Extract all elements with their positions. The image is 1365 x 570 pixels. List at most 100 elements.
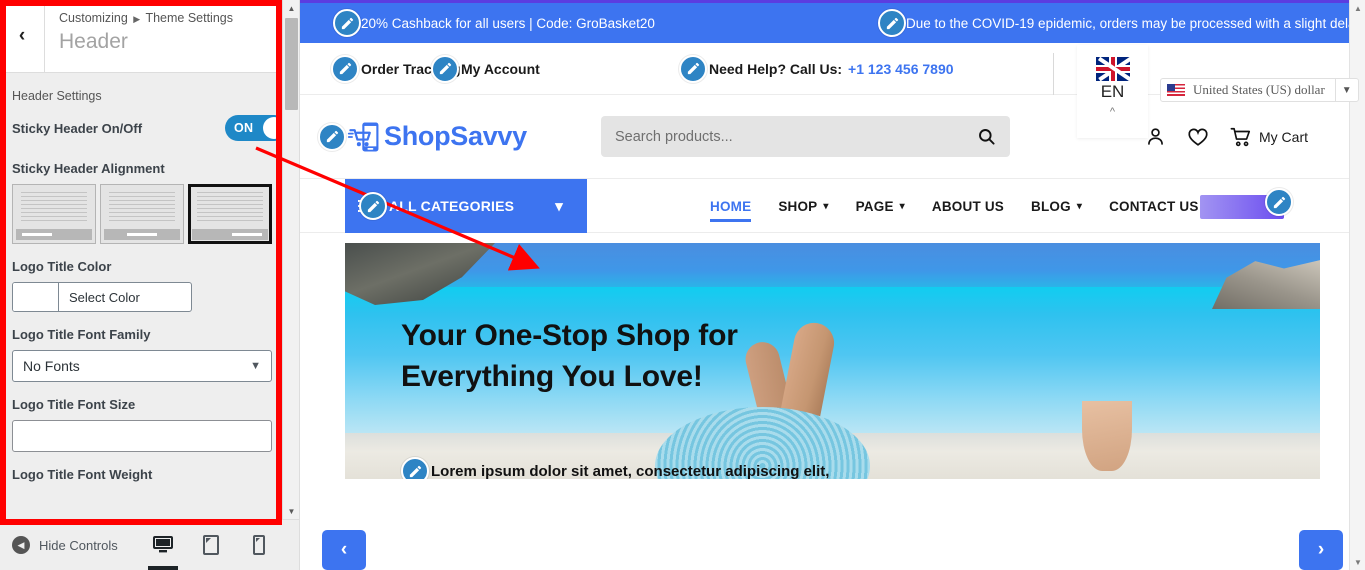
edit-pencil-icon[interactable] <box>878 9 906 37</box>
scroll-up-arrow-icon[interactable]: ▲ <box>1350 0 1365 16</box>
edit-pencil-icon[interactable] <box>333 9 361 37</box>
user-icon[interactable] <box>1145 126 1166 147</box>
customizer-sidebar: ‹ Customizing ▶ Theme Settings Header He… <box>0 0 300 570</box>
heart-icon[interactable] <box>1187 126 1209 148</box>
slider-next-button[interactable]: › <box>1299 530 1343 570</box>
announcement-text: Due to the COVID-19 epidemic, orders may… <box>906 15 1363 31</box>
chevron-right-icon: › <box>1317 539 1325 560</box>
hero-heading-line-1: Your One-Stop Shop for <box>401 319 738 352</box>
menu-item-blog[interactable]: BLOG ▾ <box>1031 179 1082 233</box>
sticky-header-toggle[interactable]: ON <box>225 115 287 141</box>
my-account-link[interactable]: My Account <box>431 54 540 83</box>
preview-bar <box>192 229 268 240</box>
search-icon[interactable] <box>977 127 996 146</box>
menu-item-contact-us[interactable]: CONTACT US <box>1109 179 1199 233</box>
scroll-down-arrow-icon[interactable]: ▼ <box>1350 554 1365 570</box>
menu-item-about-us[interactable]: ABOUT US <box>932 179 1004 233</box>
menu-label: CONTACT US <box>1109 198 1199 214</box>
select-color-button[interactable]: Select Color <box>59 283 191 311</box>
tablet-preview-button[interactable] <box>198 530 224 560</box>
need-help-block: Need Help? Call Us: +1 123 456 7890 <box>679 54 954 83</box>
edit-pencil-icon[interactable] <box>431 54 459 83</box>
menu-label: HOME <box>710 198 752 214</box>
header-icons: My Cart <box>1145 126 1308 148</box>
hero-slider: Your One-Stop Shop for Everything You Lo… <box>345 243 1320 479</box>
customizer-body: Header Settings Sticky Header On/Off ON … <box>0 73 299 525</box>
menu-item-home[interactable]: HOME <box>710 179 752 233</box>
customizer-footer: ◀ Hide Controls <box>0 519 299 570</box>
currency-label: United States (US) dollar <box>1193 82 1325 97</box>
toggle-state-label: ON <box>234 121 254 135</box>
font-family-select[interactable]: No Fonts ▼ <box>12 350 272 382</box>
chevron-up-icon: ^ <box>1109 106 1116 118</box>
edit-pencil-icon[interactable] <box>679 54 707 83</box>
chevron-down-icon: ▼ <box>250 360 261 372</box>
hero-heading: Your One-Stop Shop for Everything You Lo… <box>401 315 738 398</box>
alignment-option-right[interactable] <box>188 184 272 244</box>
menu-label: ABOUT US <box>931 198 1005 214</box>
font-size-input[interactable] <box>12 420 272 452</box>
font-weight-field: Logo Title Font Weight <box>12 467 287 482</box>
breadcrumb-prefix: Customizing <box>59 11 128 25</box>
color-picker[interactable]: Select Color <box>12 282 192 312</box>
all-categories-label: ALL CATEGORIES <box>389 198 515 214</box>
chevron-left-icon: ‹ <box>18 25 26 46</box>
chevron-left-icon: ‹ <box>340 539 348 560</box>
cart-button[interactable]: My Cart <box>1230 126 1308 148</box>
edit-pencil-icon[interactable] <box>401 457 429 479</box>
chevron-down-icon: ▾ <box>1076 200 1083 212</box>
language-switcher[interactable]: EN ^ <box>1077 45 1148 138</box>
menu-item-page[interactable]: PAGE ▾ <box>856 179 905 233</box>
slider-prev-button[interactable]: ‹ <box>322 530 366 570</box>
uk-flag-icon <box>1095 57 1130 81</box>
logo-title: ShopSavvy <box>384 121 527 151</box>
menu-label: SHOP <box>778 198 818 214</box>
search-bar[interactable]: Search products... <box>601 116 1010 157</box>
hide-controls-label: Hide Controls <box>39 537 118 553</box>
chevron-down-icon[interactable]: ▼ <box>1334 79 1358 101</box>
scroll-down-arrow-icon[interactable]: ▼ <box>283 503 299 519</box>
menu-item-shop[interactable]: SHOP ▾ <box>778 179 828 233</box>
alignment-option-center[interactable] <box>100 184 184 244</box>
alignment-option-left[interactable] <box>12 184 96 244</box>
search-input[interactable]: Search products... <box>615 129 733 145</box>
breadcrumb-current: Theme Settings <box>145 11 233 25</box>
mobile-preview-button[interactable] <box>246 530 272 560</box>
chevron-down-icon: ▾ <box>899 200 905 212</box>
edit-pencil-icon[interactable] <box>331 54 359 83</box>
site-logo[interactable]: ShopSavvy <box>318 120 527 154</box>
section-label: Header Settings <box>12 89 102 103</box>
my-account-label: My Account <box>461 60 540 77</box>
preview-lines <box>104 188 180 224</box>
currency-selector[interactable]: United States (US) dollar ▼ <box>1160 78 1359 102</box>
edit-pencil-icon[interactable] <box>359 192 387 220</box>
announcement-right: Due to the COVID-19 epidemic, orders may… <box>878 9 1362 37</box>
desktop-preview-button[interactable] <box>147 530 178 570</box>
scrollbar-thumb[interactable] <box>285 18 298 110</box>
collapse-icon: ◀ <box>12 536 30 554</box>
hide-controls-button[interactable]: ◀ Hide Controls <box>0 536 118 554</box>
phone-number-link[interactable]: +1 123 456 7890 <box>848 61 954 77</box>
breadcrumb-separator-icon: ▶ <box>133 14 141 24</box>
hero-subtext: Lorem ipsum dolor sit amet, consectetur … <box>431 462 830 480</box>
sidebar-scrollbar[interactable]: ▲ ▼ <box>282 0 299 519</box>
color-swatch <box>13 283 59 311</box>
scroll-up-arrow-icon[interactable]: ▲ <box>283 0 299 16</box>
preview-bar <box>104 229 180 240</box>
font-size-field: Logo Title Font Size <box>12 397 287 452</box>
cart-icon <box>1230 127 1251 146</box>
preview-bar <box>16 229 92 240</box>
edit-pencil-icon[interactable] <box>318 122 346 151</box>
mobile-cart-icon <box>347 122 379 151</box>
chevron-down-icon: ▾ <box>555 198 563 215</box>
tablet-icon <box>202 535 219 555</box>
back-button[interactable]: ‹ <box>0 0 45 72</box>
preview-lines <box>16 188 92 224</box>
logo-title-color-label: Logo Title Color <box>12 259 112 274</box>
font-weight-label: Logo Title Font Weight <box>12 467 153 482</box>
main-header: ShopSavvy Search products... My Cart <box>300 95 1365 179</box>
edit-pencil-icon[interactable] <box>1265 188 1293 216</box>
all-categories-button[interactable]: ALL CATEGORIES ▾ <box>345 179 587 233</box>
cart-label: My Cart <box>1259 128 1308 145</box>
alignment-options <box>12 184 287 244</box>
